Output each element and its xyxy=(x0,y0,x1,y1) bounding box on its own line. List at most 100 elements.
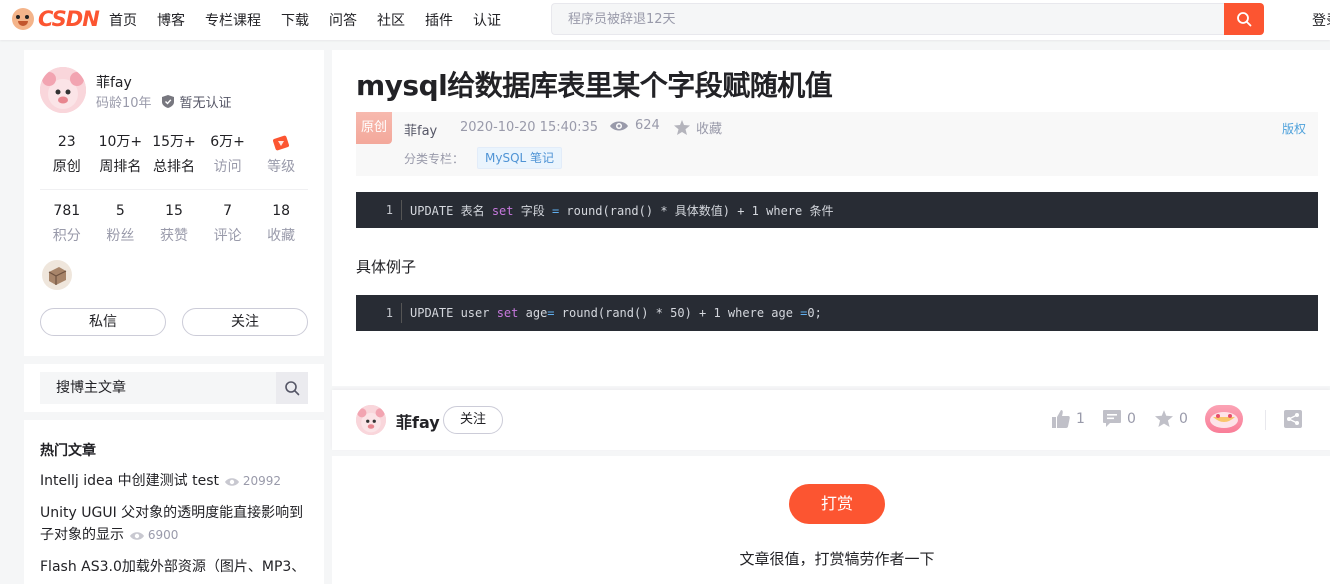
copyright-link[interactable]: 版权 xyxy=(1282,120,1306,137)
nav-item-home[interactable]: 首页 xyxy=(109,10,137,30)
hot-article-item[interactable]: Flash AS3.0加载外部资源（图片、MP3、 xyxy=(40,556,308,578)
reward-button[interactable]: 打赏 xyxy=(789,484,885,524)
comment-icon xyxy=(1103,410,1121,427)
star-icon xyxy=(674,120,690,135)
top-search-input[interactable] xyxy=(552,4,1224,34)
code-line: UPDATE 表名 set 字段 = round(rand() * 具体数值) … xyxy=(410,203,834,218)
stat-favorites[interactable]: 18 收藏 xyxy=(254,201,308,246)
author-name[interactable]: 菲fay xyxy=(96,72,132,92)
code-block: 1 UPDATE 表名 set 字段 = round(rand() * 具体数值… xyxy=(356,192,1318,228)
author-avatar[interactable] xyxy=(40,67,86,113)
nav-item-community[interactable]: 社区 xyxy=(377,10,405,30)
stat-label: 总排名 xyxy=(152,159,195,175)
search-icon xyxy=(1237,12,1252,27)
stats-row-primary: 23 原创 10万+ 周排名 15万+ 总排名 6万+ 访问 等级 xyxy=(40,132,308,177)
csdn-logo[interactable]: CSDN xyxy=(12,7,100,31)
follow-button[interactable]: 关注 xyxy=(182,308,308,336)
reward-emoji-icon[interactable] xyxy=(1205,405,1243,433)
stat-points[interactable]: 781 积分 xyxy=(40,201,94,246)
comment-count: 0 xyxy=(1127,410,1136,427)
achievement-badge-icon[interactable] xyxy=(42,260,72,290)
avatar-image xyxy=(356,405,386,435)
view-count-value: 20992 xyxy=(242,474,281,488)
like-button[interactable]: 1 xyxy=(1052,410,1085,428)
original-tag: 原创 xyxy=(356,112,392,144)
stat-label: 评论 xyxy=(213,228,242,244)
stat-value: 6万+ xyxy=(210,134,245,150)
stat-likes[interactable]: 15 获赞 xyxy=(147,201,201,246)
stat-visits[interactable]: 6万+ 访问 xyxy=(201,132,255,177)
eye-icon xyxy=(610,121,628,130)
stat-level[interactable]: 等级 xyxy=(254,132,308,177)
login-link[interactable]: 登录 xyxy=(1312,10,1330,30)
reward-prompt: 文章很值，打赏犒劳作者一下 xyxy=(739,550,935,568)
stat-label: 粉丝 xyxy=(106,228,135,244)
stat-label: 访问 xyxy=(213,159,242,175)
toolbar-author-avatar[interactable] xyxy=(356,405,386,435)
blogger-search-input[interactable] xyxy=(40,372,276,404)
stat-total-rank[interactable]: 15万+ 总排名 xyxy=(147,132,201,177)
message-button[interactable]: 私信 xyxy=(40,308,166,336)
stat-value: 781 xyxy=(53,203,81,219)
nav-item-courses[interactable]: 专栏课程 xyxy=(205,10,261,30)
nav-item-blog[interactable]: 博客 xyxy=(157,10,185,30)
toolbar-author-name[interactable]: 菲fay xyxy=(396,409,440,433)
top-search-button[interactable] xyxy=(1224,3,1264,35)
code-line: UPDATE user set age= round(rand() * 50) … xyxy=(410,306,822,320)
stat-fans[interactable]: 5 粉丝 xyxy=(94,201,148,246)
hot-articles-title: 热门文章 xyxy=(40,443,96,459)
hot-article-title[interactable]: Flash AS3.0加载外部资源（图片、MP3、 xyxy=(40,559,305,575)
article-author[interactable]: 菲fay xyxy=(404,120,437,139)
stat-label: 等级 xyxy=(267,159,296,175)
view-count: 20992 xyxy=(224,474,281,488)
stat-week-rank[interactable]: 10万+ 周排名 xyxy=(94,132,148,177)
stat-label: 获赞 xyxy=(159,228,188,244)
top-search-box xyxy=(551,3,1224,35)
code-block: 1 UPDATE user set age= round(rand() * 50… xyxy=(356,295,1318,331)
toolbar-divider xyxy=(1265,410,1266,430)
stat-label: 积分 xyxy=(52,228,81,244)
nav-item-plugins[interactable]: 插件 xyxy=(425,10,453,30)
shield-icon xyxy=(161,95,174,108)
stat-value: 7 xyxy=(223,203,233,219)
like-count: 1 xyxy=(1076,411,1085,427)
stat-original[interactable]: 23 原创 xyxy=(40,132,94,177)
logo-mascot-icon xyxy=(12,8,34,30)
column-tag[interactable]: MySQL 笔记 xyxy=(477,147,563,169)
stat-value: 15 xyxy=(165,203,183,219)
hot-article-title[interactable]: Intellj idea 中创建测试 test xyxy=(40,473,219,489)
main-nav: 首页 博客 专栏课程 下载 问答 社区 插件 认证 xyxy=(109,0,521,40)
nav-item-certification[interactable]: 认证 xyxy=(473,10,501,30)
comment-button[interactable]: 0 xyxy=(1103,410,1136,427)
share-button[interactable] xyxy=(1284,410,1302,432)
column-label: 分类专栏： xyxy=(404,152,465,166)
hot-article-item[interactable]: Unity UGUI 父对象的透明度能直接影响到子对象的显示 6900 xyxy=(40,502,308,546)
stats-divider xyxy=(40,189,308,190)
nav-item-download[interactable]: 下载 xyxy=(281,10,309,30)
top-navbar: CSDN 首页 博客 专栏课程 下载 问答 社区 插件 认证 登录 xyxy=(0,0,1330,40)
hot-article-item[interactable]: Intellj idea 中创建测试 test 20992 xyxy=(40,470,308,492)
certification-label: 暂无认证 xyxy=(179,96,232,111)
stat-label: 周排名 xyxy=(99,159,142,175)
toolbar-follow-button[interactable]: 关注 xyxy=(443,406,503,434)
logo-text: CSDN xyxy=(38,7,100,31)
reward-section: 打赏 文章很值，打赏犒劳作者一下 xyxy=(332,456,1330,584)
collect-button[interactable]: 0 xyxy=(1155,410,1188,427)
favorite-button[interactable]: 收藏 xyxy=(674,118,722,137)
article-content: mysql给数据库表里某个字段赋随机值 原创 菲fay 2020-10-20 1… xyxy=(332,50,1330,386)
share-icon xyxy=(1284,410,1302,428)
avatar-image xyxy=(40,67,86,113)
code-line-number: 1 xyxy=(356,303,402,323)
nav-item-qa[interactable]: 问答 xyxy=(329,10,357,30)
favorite-label: 收藏 xyxy=(696,122,723,137)
stat-value: 18 xyxy=(272,203,291,219)
code-line-number: 1 xyxy=(356,200,402,220)
blogger-search-button[interactable] xyxy=(276,372,308,404)
stat-comments[interactable]: 7 评论 xyxy=(201,201,255,246)
stats-row-secondary: 781 积分 5 粉丝 15 获赞 7 评论 18 收藏 xyxy=(40,201,308,246)
author-meta: 码龄10年 暂无认证 xyxy=(96,92,232,111)
blogger-search-card xyxy=(24,364,324,412)
article-views: 624 xyxy=(610,118,660,133)
star-icon xyxy=(1155,410,1173,427)
article-toolbar: 菲fay 关注 1 0 0 xyxy=(332,390,1330,450)
